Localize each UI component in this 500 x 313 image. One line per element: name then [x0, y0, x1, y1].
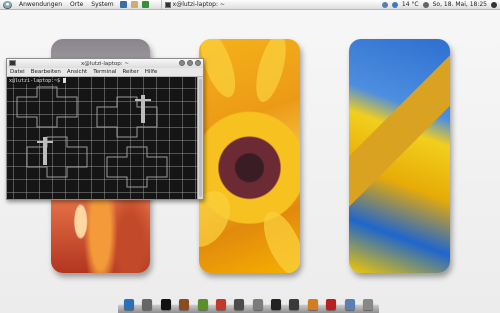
menu-datei[interactable]: Datei	[10, 69, 25, 75]
terminal-scrollbar[interactable]	[197, 77, 203, 199]
mail-launcher-icon[interactable]	[130, 1, 138, 8]
top-panel: Anwendungen Orte System x@lutzi-laptop: …	[0, 0, 500, 10]
network-icon[interactable]	[381, 1, 388, 8]
terminal-background-pattern	[16, 86, 168, 188]
pin-icon[interactable]	[234, 299, 245, 310]
terminal-titlebar[interactable]: x@lutzi-laptop: ~	[7, 59, 203, 68]
menu-system[interactable]: System	[87, 0, 117, 10]
globe-icon[interactable]	[124, 299, 134, 310]
taskbar-terminal[interactable]: x@lutzi-laptop: ~	[160, 0, 228, 9]
menu-hilfe[interactable]: Hilfe	[145, 69, 158, 75]
monitor-icon[interactable]	[289, 299, 300, 310]
volume-icon[interactable]	[422, 1, 429, 8]
calendar-icon[interactable]	[326, 299, 337, 310]
text-cursor	[63, 78, 67, 83]
prompt-text: x@lutzi-laptop:~$	[9, 78, 64, 84]
clock[interactable]: So, 18. Mai, 18:25	[433, 1, 487, 8]
browser-launcher-icon[interactable]	[119, 1, 127, 8]
terminal-icon	[164, 1, 171, 8]
petal	[255, 205, 300, 273]
scrollbar-thumb[interactable]	[199, 79, 202, 197]
menu-places[interactable]: Orte	[66, 0, 87, 10]
petal	[199, 183, 240, 255]
photo-card-leaf	[349, 39, 450, 273]
close-button[interactable]	[195, 60, 201, 66]
terminal-menubar: Datei Bearbeiten Ansicht Terminal Reiter…	[7, 68, 203, 77]
system-logo-icon[interactable]	[3, 0, 12, 9]
maximize-button[interactable]	[187, 60, 193, 66]
trash-icon[interactable]	[362, 299, 373, 310]
minimize-button[interactable]	[179, 60, 185, 66]
temperature-label[interactable]: 14 °C	[402, 1, 419, 8]
help-launcher-icon[interactable]	[141, 1, 149, 8]
photo-card-sunflower	[199, 39, 300, 273]
menu-ansicht[interactable]: Ansicht	[67, 69, 87, 75]
menu-applications[interactable]: Anwendungen	[15, 0, 66, 10]
cube-icon[interactable]	[179, 299, 190, 310]
taskbar-terminal-label: x@lutzi-laptop: ~	[172, 1, 225, 8]
terminal-window[interactable]: x@lutzi-laptop: ~ Datei Bearbeiten Ansic…	[6, 58, 204, 200]
terminal-icon	[9, 60, 16, 66]
terminal-title: x@lutzi-laptop: ~	[81, 60, 129, 67]
document-icon[interactable]	[307, 299, 318, 310]
menu-bearbeiten[interactable]: Bearbeiten	[31, 69, 61, 75]
petal	[199, 39, 243, 102]
music-icon[interactable]	[160, 299, 171, 310]
window-controls	[179, 60, 201, 66]
terminal-prompt: x@lutzi-laptop:~$	[9, 78, 69, 84]
power-icon[interactable]	[491, 1, 497, 8]
menu-terminal[interactable]: Terminal	[93, 69, 116, 75]
petal	[250, 39, 292, 105]
weather-icon[interactable]	[391, 1, 398, 8]
dock	[118, 294, 379, 313]
note-icon[interactable]	[142, 299, 153, 310]
folder-icon[interactable]	[252, 299, 263, 310]
menu-reiter[interactable]: Reiter	[122, 69, 138, 75]
gear-icon[interactable]	[197, 299, 208, 310]
monitor-icon[interactable]	[271, 299, 281, 310]
image-icon[interactable]	[215, 299, 226, 310]
terminal-screen[interactable]: x@lutzi-laptop:~$	[7, 77, 197, 199]
chat-icon[interactable]	[344, 299, 355, 310]
panel-tray: 14 °C So, 18. Mai, 18:25	[381, 1, 500, 8]
